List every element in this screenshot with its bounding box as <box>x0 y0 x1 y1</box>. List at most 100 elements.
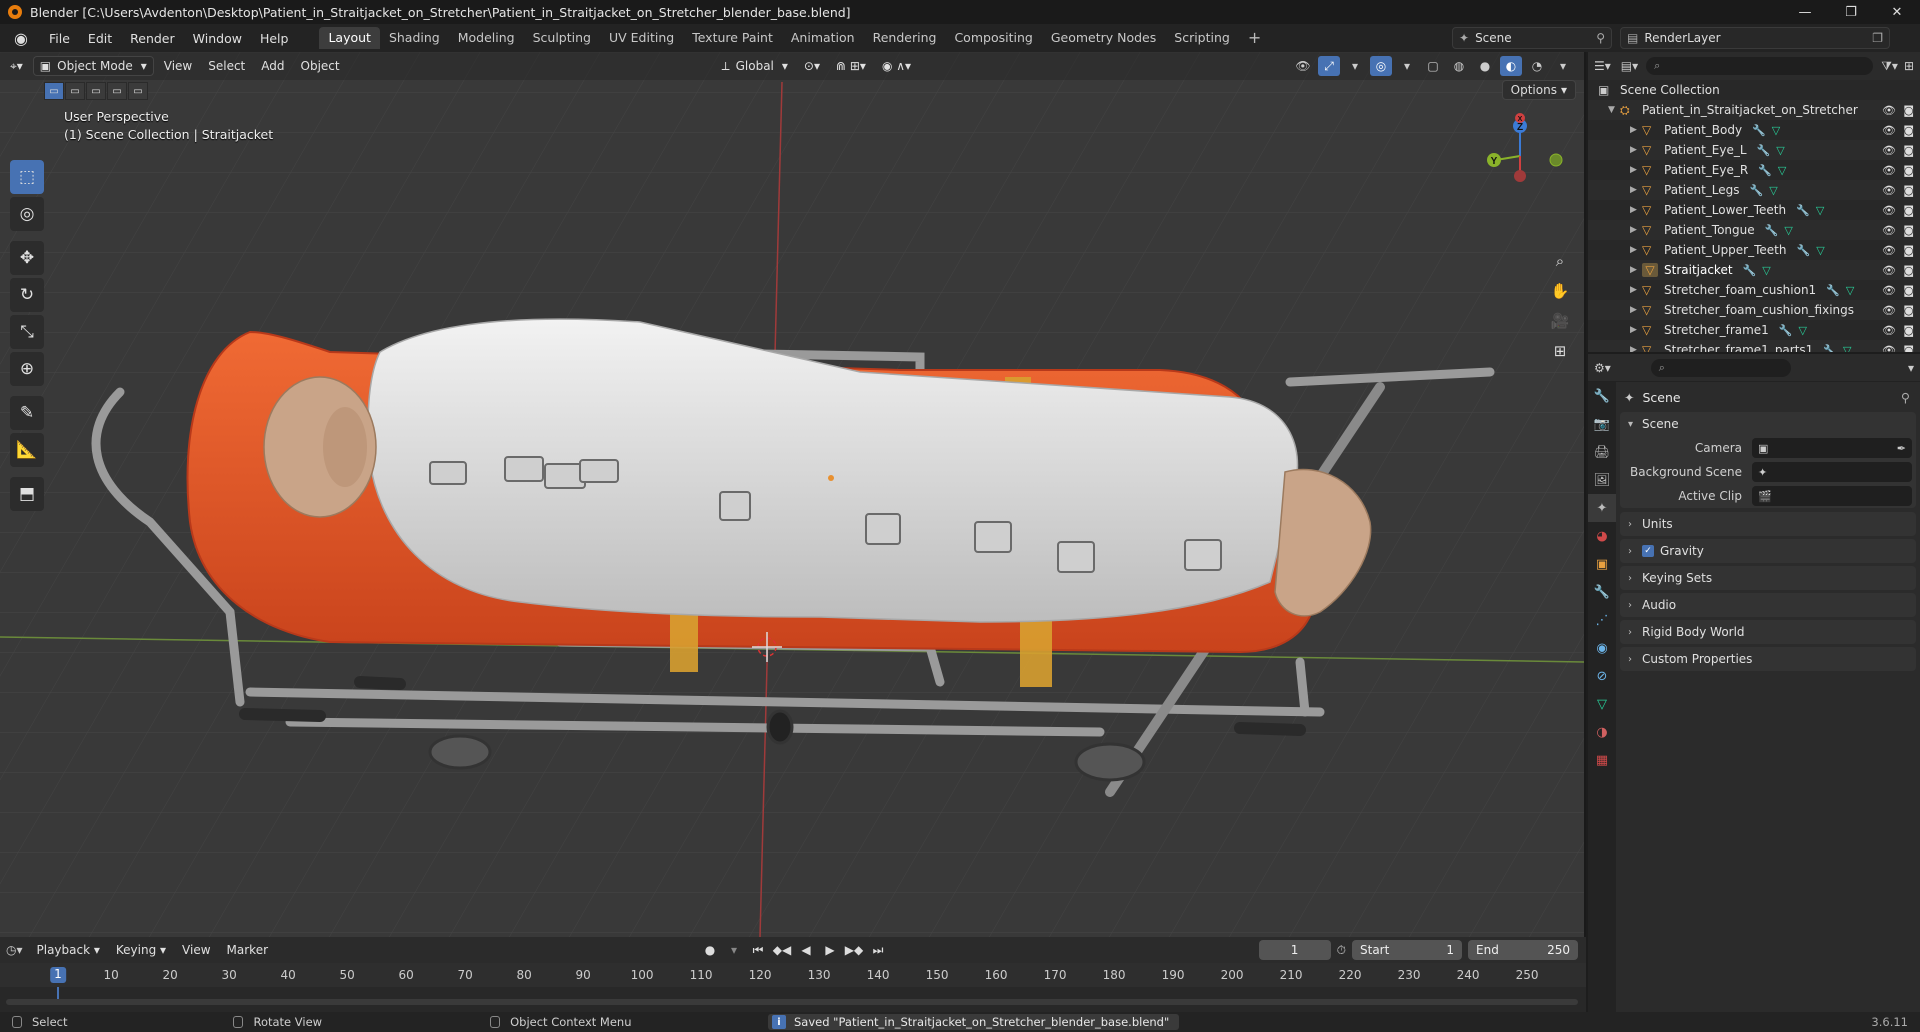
keying-sets-panel[interactable]: › Keying Sets <box>1620 566 1916 590</box>
outliner-row-object-selected[interactable]: ▶ ▽ Straitjacket 🔧 ▽ 👁 ◙ <box>1588 260 1920 280</box>
physics-tab-icon[interactable]: ◉ <box>1588 634 1616 662</box>
jump-start-icon[interactable]: ⏮ <box>748 940 768 960</box>
play-icon[interactable]: ▶ <box>820 940 840 960</box>
duplicate-layer-icon[interactable]: ❐ <box>1872 31 1883 45</box>
current-frame-indicator[interactable]: 1 <box>50 967 66 983</box>
camera-icon[interactable]: ◙ <box>1903 164 1914 177</box>
camera-icon[interactable]: ◙ <box>1903 284 1914 297</box>
menu-object[interactable]: Object <box>295 56 346 76</box>
mesh-data-icon[interactable]: ▽ <box>1769 184 1777 197</box>
eye-icon[interactable]: 👁 <box>1882 224 1896 237</box>
eye-icon[interactable]: 👁 <box>1882 104 1896 117</box>
menu-edit[interactable]: Edit <box>79 31 121 46</box>
record-icon[interactable]: ● <box>700 940 720 960</box>
custom-properties-panel[interactable]: › Custom Properties <box>1620 647 1916 671</box>
menu-keying[interactable]: Keying ▾ <box>108 943 174 957</box>
stopwatch-icon[interactable]: ⏱ <box>1337 943 1346 958</box>
expand-arrow-icon[interactable]: ▶ <box>1630 285 1642 295</box>
overlays-toggle-icon[interactable]: ◎ <box>1370 56 1392 76</box>
menu-window[interactable]: Window <box>184 31 251 46</box>
expand-arrow-icon[interactable]: ▶ <box>1630 225 1642 235</box>
menu-playback[interactable]: Playback ▾ <box>29 943 108 957</box>
camera-icon[interactable]: ◙ <box>1903 264 1914 277</box>
record-dropdown-icon[interactable]: ▾ <box>724 940 744 960</box>
constraints-tab-icon[interactable]: ⊘ <box>1588 662 1616 690</box>
select-box-tool-icon[interactable]: ⬚ <box>10 160 44 194</box>
annotate-tool-icon[interactable]: ✎ <box>10 396 44 430</box>
object-tab-icon[interactable]: ▣ <box>1588 550 1616 578</box>
xray-icon[interactable]: ▢ <box>1422 56 1444 76</box>
material-tab-icon[interactable]: ◑ <box>1588 718 1616 746</box>
modifier-icon[interactable]: 🔧 <box>1765 224 1779 237</box>
modifier-icon[interactable]: 🔧 <box>1743 264 1757 277</box>
expand-arrow-icon[interactable]: ▶ <box>1630 125 1642 135</box>
timeline-editor-type-icon[interactable]: ◷▾ <box>6 943 23 957</box>
play-reverse-icon[interactable]: ◀ <box>796 940 816 960</box>
eye-icon[interactable]: 👁 <box>1882 304 1896 317</box>
tab-compositing[interactable]: Compositing <box>945 27 1041 49</box>
camera-icon[interactable]: ◙ <box>1903 184 1914 197</box>
data-tab-icon[interactable]: ▽ <box>1588 690 1616 718</box>
outliner-row-object[interactable]: ▶ ▽ Patient_Tongue 🔧 ▽ 👁 ◙ <box>1588 220 1920 240</box>
tab-geometry-nodes[interactable]: Geometry Nodes <box>1042 27 1165 49</box>
add-cube-tool-icon[interactable]: ⬒ <box>10 477 44 511</box>
mesh-data-icon[interactable]: ▽ <box>1778 164 1786 177</box>
expand-arrow-icon[interactable]: ▶ <box>1630 325 1642 335</box>
filter-icon[interactable]: ⧩▾ <box>1881 59 1898 74</box>
pivot-point-icon[interactable]: ⊙▾ <box>798 56 826 76</box>
camera-field[interactable]: ▣ ✒ <box>1752 438 1912 458</box>
render-tab-icon[interactable]: 📷 <box>1588 410 1616 438</box>
tab-animation[interactable]: Animation <box>782 27 864 49</box>
modifier-icon[interactable]: 🔧 <box>1758 164 1772 177</box>
particles-tab-icon[interactable]: ⋰ <box>1588 606 1616 634</box>
menu-render[interactable]: Render <box>121 31 184 46</box>
jump-end-icon[interactable]: ⏭ <box>868 940 888 960</box>
new-collection-icon[interactable]: ⊞ <box>1904 59 1914 73</box>
scale-tool-icon[interactable]: ⤡ <box>10 315 44 349</box>
pin-icon[interactable]: ⚲ <box>1901 390 1910 405</box>
menu-add[interactable]: Add <box>255 56 290 76</box>
menu-marker[interactable]: Marker <box>219 943 276 957</box>
world-tab-icon[interactable]: ◕ <box>1588 522 1616 550</box>
expand-arrow-icon[interactable]: ▼ <box>1608 105 1620 115</box>
wireframe-shading-icon[interactable]: ◍ <box>1448 56 1470 76</box>
expand-arrow-icon[interactable]: ▶ <box>1630 145 1642 155</box>
blender-menu-icon[interactable]: ◉ <box>10 27 32 49</box>
zoom-icon[interactable]: ⌕ <box>1546 247 1574 275</box>
outliner-row-object[interactable]: ▶ ▽ Patient_Legs 🔧 ▽ 👁 ◙ <box>1588 180 1920 200</box>
mesh-data-icon[interactable]: ▽ <box>1776 144 1784 157</box>
gizmo-dropdown-icon[interactable]: ▾ <box>1344 56 1366 76</box>
transform-tool-icon[interactable]: ⊕ <box>10 352 44 386</box>
timeline-scrollbar[interactable] <box>6 999 1578 1005</box>
menu-view[interactable]: View <box>158 56 198 76</box>
rotate-tool-icon[interactable]: ↻ <box>10 278 44 312</box>
modifier-icon[interactable]: 🔧 <box>1750 184 1764 197</box>
eye-icon[interactable]: 👁 <box>1882 344 1896 353</box>
audio-panel[interactable]: › Audio <box>1620 593 1916 617</box>
properties-search-input[interactable]: ⌕ <box>1650 358 1791 377</box>
proportional-edit-icon[interactable]: ◉ ∧▾ <box>876 56 917 76</box>
view-layer-tab-icon[interactable]: 🖼 <box>1588 466 1616 494</box>
eye-icon[interactable]: 👁 <box>1882 244 1896 257</box>
outliner-row-object[interactable]: ▶ ▽ Stretcher_foam_cushion1 🔧 ▽ 👁 ◙ <box>1588 280 1920 300</box>
eye-icon[interactable]: 👁 <box>1882 164 1896 177</box>
camera-icon[interactable]: ◙ <box>1903 244 1914 257</box>
eye-icon[interactable]: 👁 <box>1882 324 1896 337</box>
tool-tab-icon[interactable]: 🔧 <box>1588 382 1616 410</box>
outliner-row-object[interactable]: ▶ ▽ Patient_Upper_Teeth 🔧 ▽ 👁 ◙ <box>1588 240 1920 260</box>
ortho-grid-icon[interactable]: ⊞ <box>1546 337 1574 365</box>
options-button[interactable]: Options ▾ <box>1501 80 1576 100</box>
expand-arrow-icon[interactable]: ▶ <box>1630 205 1642 215</box>
display-mode-icon[interactable]: ▤▾ <box>1621 59 1638 73</box>
menu-file[interactable]: File <box>40 31 79 46</box>
modifier-icon[interactable]: 🔧 <box>1796 204 1810 217</box>
transform-orientation-dropdown[interactable]: ⟂ Global ▾ <box>716 56 794 76</box>
menu-select[interactable]: Select <box>202 56 251 76</box>
tab-sculpting[interactable]: Sculpting <box>524 27 600 49</box>
eye-icon[interactable]: 👁 <box>1882 124 1896 137</box>
select-invert-icon[interactable]: ▭ <box>107 82 127 100</box>
outliner-search-input[interactable]: ⌕ <box>1646 57 1874 75</box>
menu-timeline-view[interactable]: View <box>174 943 218 957</box>
modifier-icon[interactable]: 🔧 <box>1826 284 1840 297</box>
expand-arrow-icon[interactable]: ▶ <box>1630 165 1642 175</box>
